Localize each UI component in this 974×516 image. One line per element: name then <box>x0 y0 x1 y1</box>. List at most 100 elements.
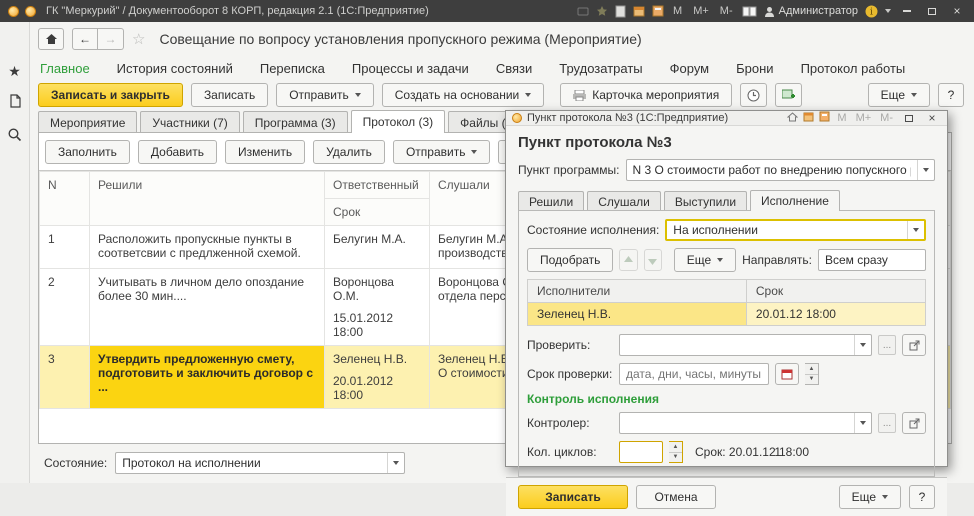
favorites-icon[interactable]: ★ <box>8 64 21 78</box>
menu-item-processy[interactable]: Процессы и задачи <box>352 61 469 76</box>
menu-item-svyazi[interactable]: Связи <box>496 61 532 76</box>
col-n[interactable]: N <box>40 172 90 226</box>
star-icon[interactable] <box>596 5 608 17</box>
calculator-icon[interactable] <box>819 111 830 125</box>
send-row-button[interactable]: Отправить <box>393 140 491 164</box>
memory-m-minus-button[interactable]: M- <box>878 112 895 124</box>
favorite-star-icon[interactable]: ☆ <box>132 30 145 48</box>
status-combo[interactable] <box>115 452 405 474</box>
history-icon[interactable] <box>8 94 22 111</box>
cycles-input[interactable] <box>619 441 663 463</box>
route-combo[interactable] <box>818 249 926 271</box>
calendar-button[interactable] <box>775 363 799 385</box>
dropdown-button[interactable] <box>854 335 871 355</box>
current-user[interactable]: Администратор <box>764 5 858 17</box>
memory-m-button[interactable]: M <box>835 112 848 124</box>
open-button[interactable] <box>902 412 926 434</box>
tab-protokol[interactable]: Протокол (3) <box>351 110 446 133</box>
col-term[interactable]: Срок <box>746 280 925 303</box>
pick-button[interactable]: Подобрать <box>527 248 613 272</box>
choose-button[interactable]: ... <box>878 413 896 433</box>
controller-value[interactable] <box>620 413 854 433</box>
dropdown-button[interactable] <box>854 413 871 433</box>
program-item-combo[interactable] <box>626 159 936 181</box>
more-button[interactable]: Еще <box>868 83 930 107</box>
menu-item-istoriya[interactable]: История состояний <box>117 61 233 76</box>
menu-item-trudozatraty[interactable]: Трудозатраты <box>559 61 642 76</box>
functions-menu-icon[interactable] <box>10 34 19 48</box>
delete-button[interactable]: Удалить <box>313 140 385 164</box>
execution-state-value[interactable] <box>667 221 907 239</box>
more-button[interactable]: Еще <box>839 485 901 509</box>
tab-ispolnenie[interactable]: Исполнение <box>750 190 840 211</box>
create-based-on-button[interactable]: Создать на основании <box>382 83 545 107</box>
home-button[interactable] <box>38 28 64 50</box>
calendar-icon[interactable] <box>803 111 814 125</box>
add-external-button[interactable] <box>775 83 802 107</box>
more-button[interactable]: Еще <box>674 248 736 272</box>
tab-programma[interactable]: Программа (3) <box>243 111 348 133</box>
event-card-button[interactable]: Карточка мероприятия <box>560 83 732 107</box>
controller-combo[interactable] <box>619 412 872 434</box>
memory-m-plus-button[interactable]: M+ <box>854 112 874 124</box>
check-combo[interactable] <box>619 334 872 356</box>
menu-item-broni[interactable]: Брони <box>736 61 773 76</box>
add-button[interactable]: Добавить <box>138 140 217 164</box>
tab-uchastniki[interactable]: Участники (7) <box>140 111 239 133</box>
tab-reshili[interactable]: Решили <box>518 191 584 211</box>
menu-item-forum[interactable]: Форум <box>670 61 710 76</box>
move-down-button[interactable] <box>644 249 662 271</box>
restore-button[interactable] <box>923 4 941 18</box>
dropdown-button[interactable] <box>917 160 934 180</box>
choose-button[interactable]: ... <box>878 335 896 355</box>
calculator-icon[interactable] <box>652 5 664 17</box>
open-button[interactable] <box>902 334 926 356</box>
col-performers[interactable]: Исполнители <box>528 280 747 303</box>
menu-item-glavnoe[interactable]: Главное <box>40 61 90 76</box>
move-up-button[interactable] <box>619 249 637 271</box>
save-and-close-button[interactable]: Записать и закрыть <box>38 83 183 107</box>
check-term-value[interactable] <box>620 364 787 384</box>
link-icon[interactable] <box>577 5 589 17</box>
save-button[interactable]: Записать <box>191 83 268 107</box>
tab-vystupili[interactable]: Выступили <box>664 191 747 211</box>
close-button[interactable]: × <box>948 4 966 18</box>
calendar-icon[interactable] <box>633 5 645 17</box>
clock-button[interactable] <box>740 83 767 107</box>
dialog-save-button[interactable]: Записать <box>518 485 628 509</box>
edit-button[interactable]: Изменить <box>225 140 305 164</box>
help-button[interactable]: ? <box>909 485 935 509</box>
route-value[interactable] <box>819 250 974 270</box>
forward-button[interactable]: → <box>98 28 124 50</box>
col-responsible[interactable]: Ответственный Срок <box>325 172 430 226</box>
memory-m-button[interactable]: M <box>671 5 684 17</box>
menu-item-protokol-raboty[interactable]: Протокол работы <box>801 61 906 76</box>
memory-m-minus-button[interactable]: M- <box>718 5 735 17</box>
close-button[interactable]: × <box>923 111 941 125</box>
dropdown-button[interactable] <box>907 221 924 239</box>
check-term-input[interactable] <box>619 363 769 385</box>
book-icon[interactable] <box>742 6 757 17</box>
restore-button[interactable] <box>900 111 918 125</box>
back-button[interactable]: ← <box>72 28 98 50</box>
help-button[interactable]: ? <box>938 83 964 107</box>
spinner-control[interactable]: ▲▼ <box>669 441 683 463</box>
tab-slushali[interactable]: Слушали <box>587 191 661 211</box>
search-icon[interactable] <box>7 127 22 145</box>
send-button[interactable]: Отправить <box>276 83 374 107</box>
check-value[interactable] <box>620 335 854 355</box>
fill-button[interactable]: Заполнить <box>45 140 130 164</box>
document-icon[interactable] <box>615 5 626 18</box>
spinner-control[interactable]: ▲▼ <box>805 363 819 385</box>
memory-m-plus-button[interactable]: M+ <box>691 5 711 17</box>
minimize-button[interactable] <box>898 4 916 18</box>
program-item-value[interactable] <box>627 160 918 180</box>
info-icon[interactable]: i <box>865 5 878 18</box>
home-icon[interactable] <box>787 111 798 125</box>
status-value[interactable] <box>116 453 387 473</box>
menu-item-perepiska[interactable]: Переписка <box>260 61 325 76</box>
execution-state-combo[interactable] <box>665 219 926 241</box>
dropdown-button[interactable] <box>387 453 404 473</box>
col-decided[interactable]: Решили <box>90 172 325 226</box>
chevron-down-icon[interactable] <box>885 9 891 13</box>
